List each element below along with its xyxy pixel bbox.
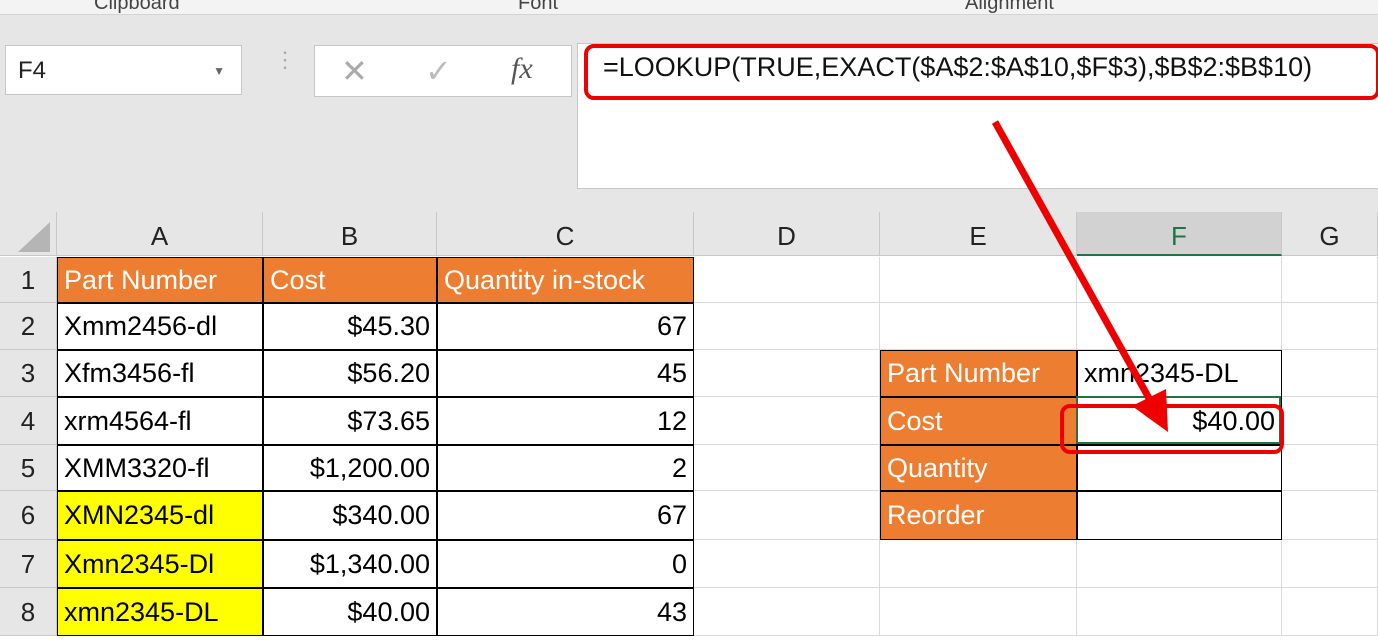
- annotation-arrow: [991, 120, 1168, 432]
